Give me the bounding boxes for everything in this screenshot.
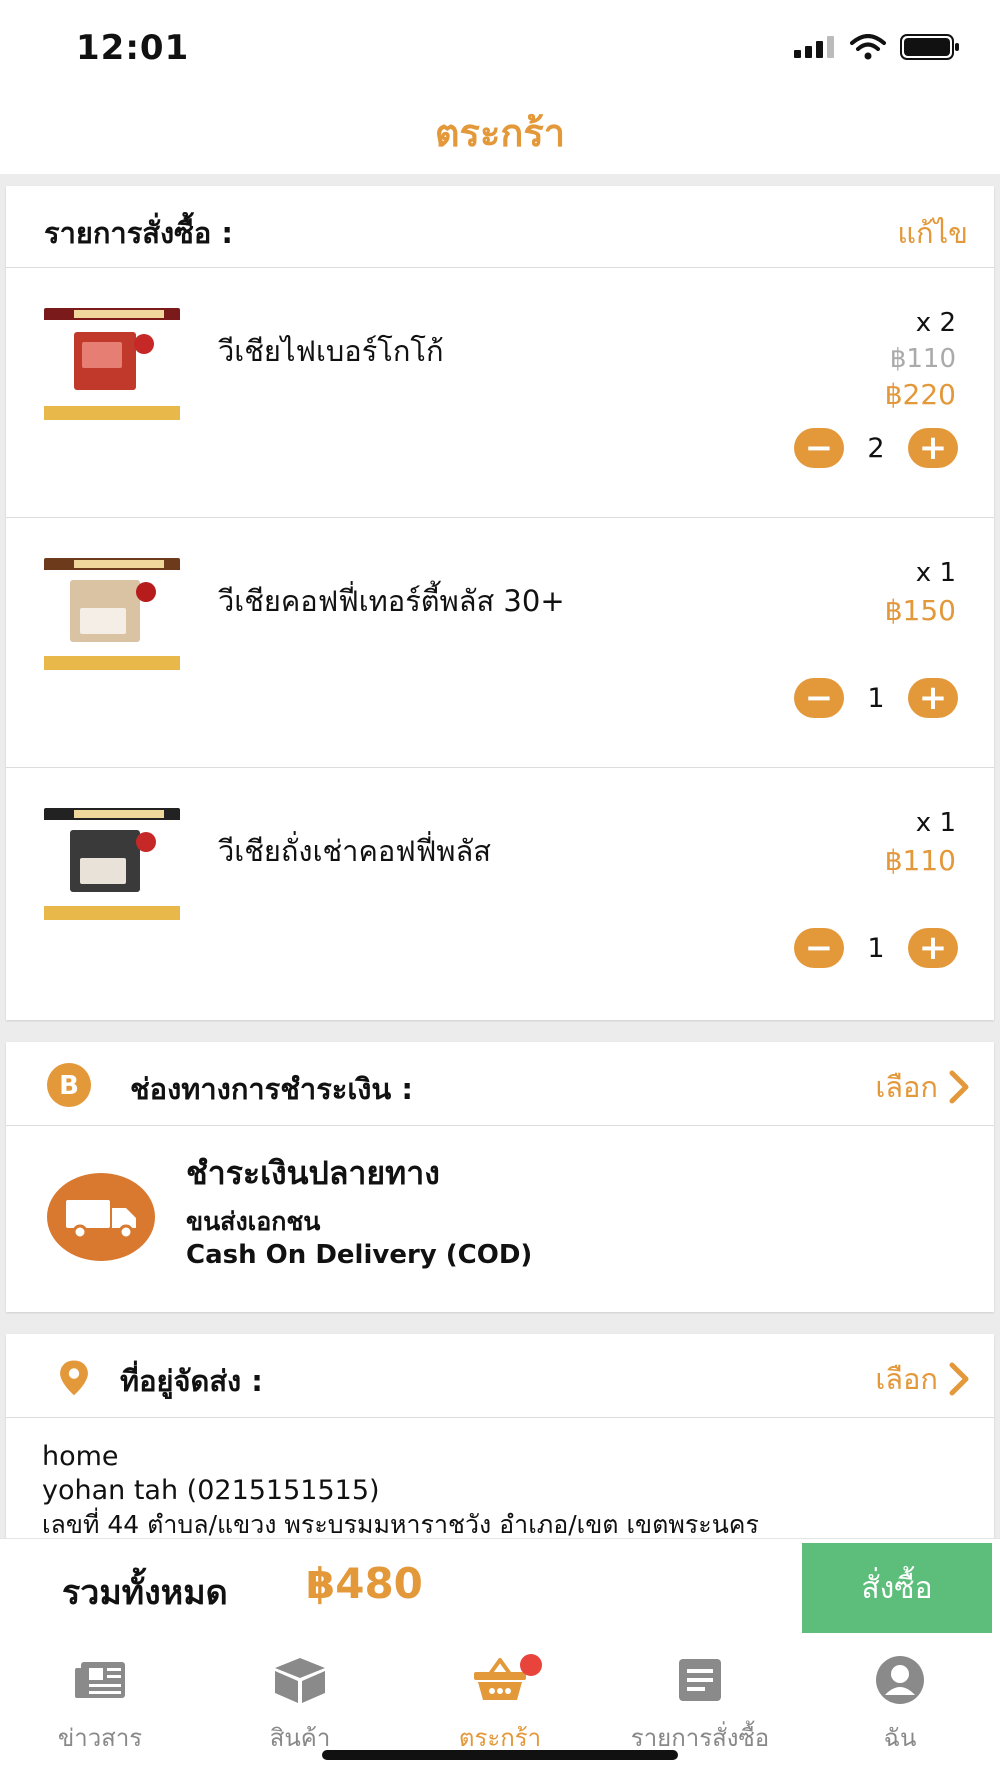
address-card: ที่อยู่จัดส่ง : เลือก home yohan tah (02…: [6, 1334, 994, 1554]
status-bar: 12:01: [0, 0, 1000, 92]
svg-text:B: B: [59, 1071, 79, 1101]
quantity-value: 1: [867, 932, 885, 964]
payment-method-subtitle: ขนส่งเอกชน: [186, 1207, 321, 1236]
address-label: ที่อยู่จัดส่ง :: [120, 1364, 263, 1398]
plus-icon: +: [918, 428, 948, 468]
minus-button[interactable]: −: [794, 678, 844, 718]
quantity-value: 1: [867, 682, 885, 714]
battery-icon: [900, 34, 959, 60]
plus-button[interactable]: +: [908, 928, 958, 968]
item-name: วีเชียคอฟฟี่เทอร์ตี้พลัส 30+: [218, 584, 565, 618]
minus-button[interactable]: −: [794, 428, 844, 468]
payment-header[interactable]: B ช่องทางการชำระเงิน : เลือก: [6, 1042, 994, 1126]
bitcoin-icon: B: [47, 1063, 91, 1107]
payment-label: ช่องทางการชำระเงิน :: [130, 1072, 413, 1106]
edit-button[interactable]: แก้ไข: [897, 210, 968, 256]
list-icon: [679, 1659, 721, 1701]
plus-icon: +: [918, 678, 948, 718]
item-qty-label: x 1: [915, 808, 956, 838]
item-price: ฿110: [884, 844, 956, 877]
address-contact: yohan tah (0215151515): [42, 1475, 380, 1506]
page-title: ตระกร้า: [434, 111, 566, 155]
status-icons: [794, 34, 960, 60]
product-image: [44, 308, 180, 424]
item-qty-label: x 2: [915, 308, 956, 338]
total-value: ฿480: [306, 1559, 423, 1608]
plus-button[interactable]: +: [908, 428, 958, 468]
box-icon: [275, 1658, 325, 1703]
minus-button[interactable]: −: [794, 928, 844, 968]
wifi-icon: [850, 34, 886, 60]
payment-method-title: ชำระเงินปลายทาง: [186, 1154, 440, 1192]
tab-products[interactable]: สินค้า: [200, 1652, 400, 1757]
tab-news[interactable]: ข่าวสาร: [0, 1652, 200, 1757]
address-header[interactable]: ที่อยู่จัดส่ง : เลือก: [6, 1334, 994, 1418]
signal-icon: [794, 36, 834, 58]
checkout-bar: รวมทั้งหมด ฿480 สั่งซื้อ: [0, 1538, 1000, 1638]
choose-label: เลือก: [875, 1362, 938, 1396]
tab-profile[interactable]: ฉัน: [800, 1652, 1000, 1757]
chevron-right-icon: [949, 1070, 969, 1104]
payment-choose-button[interactable]: เลือก: [875, 1064, 970, 1110]
item-qty-label: x 1: [915, 558, 956, 588]
cart-badge: [520, 1654, 542, 1676]
home-indicator: [322, 1750, 678, 1760]
cart-item: วีเชียคอฟฟี่เทอร์ตี้พลัส 30+ x 1 ฿150 − …: [6, 518, 994, 768]
address-choose-button[interactable]: เลือก: [875, 1356, 970, 1402]
payment-card: B ช่องทางการชำระเงิน : เลือก ชำระเงินปลา…: [6, 1042, 994, 1312]
cart-item: วีเชียไฟเบอร์โกโก้ x 2 ฿110 ฿220 − 2 +: [6, 268, 994, 518]
product-image: [44, 558, 180, 674]
total-label: รวมทั้งหมด: [62, 1573, 228, 1613]
payment-method-english: Cash On Delivery (COD): [186, 1240, 533, 1270]
news-icon: [75, 1662, 125, 1698]
tab-label: ข่าวสาร: [57, 1724, 143, 1752]
tab-label: ฉัน: [883, 1724, 917, 1752]
plus-button[interactable]: +: [908, 678, 958, 718]
place-order-button[interactable]: สั่งซื้อ: [802, 1543, 992, 1633]
truck-icon: [47, 1173, 155, 1261]
address-name: home: [42, 1441, 119, 1472]
nav-header: ตระกร้า: [0, 92, 1000, 174]
cart-item: วีเชียถั่งเช่าคอฟฟี่พลัส x 1 ฿110 − 1 +: [6, 768, 994, 1018]
minus-icon: −: [804, 678, 834, 718]
chevron-right-icon: [949, 1362, 969, 1396]
tab-orders[interactable]: รายการสั่งซื้อ: [600, 1652, 800, 1757]
address-details: home yohan tah (0215151515) เลขที่ 44 ตำ…: [6, 1418, 994, 1542]
minus-icon: −: [804, 928, 834, 968]
location-pin-icon: [60, 1360, 88, 1396]
order-card: รายการสั่งซื้อ : แก้ไข วีเชียไฟเบอร์โกโก…: [6, 186, 994, 1020]
order-header: รายการสั่งซื้อ : แก้ไข: [6, 186, 994, 268]
plus-icon: +: [918, 928, 948, 968]
choose-label: เลือก: [875, 1070, 938, 1104]
payment-method: ชำระเงินปลายทาง ขนส่งเอกชน Cash On Deliv…: [6, 1126, 994, 1312]
item-price: ฿150: [884, 594, 956, 627]
quantity-value: 2: [867, 432, 885, 464]
quantity-stepper: − 1 +: [794, 678, 958, 718]
quantity-stepper: − 1 +: [794, 928, 958, 968]
item-unit-price: ฿110: [889, 344, 956, 374]
product-image: [44, 808, 180, 924]
quantity-stepper: − 2 +: [794, 428, 958, 468]
minus-icon: −: [804, 428, 834, 468]
status-time: 12:01: [76, 28, 190, 68]
item-price: ฿220: [884, 378, 956, 411]
user-icon: [876, 1656, 924, 1704]
order-label: รายการสั่งซื้อ :: [44, 216, 233, 250]
address-line: เลขที่ 44 ตำบล/แขวง พระบรมมหาราชวัง อำเภ…: [42, 1510, 759, 1539]
item-name: วีเชียถั่งเช่าคอฟฟี่พลัส: [218, 834, 491, 868]
tab-cart[interactable]: ตระกร้า: [400, 1652, 600, 1757]
item-name: วีเชียไฟเบอร์โกโก้: [218, 334, 444, 368]
